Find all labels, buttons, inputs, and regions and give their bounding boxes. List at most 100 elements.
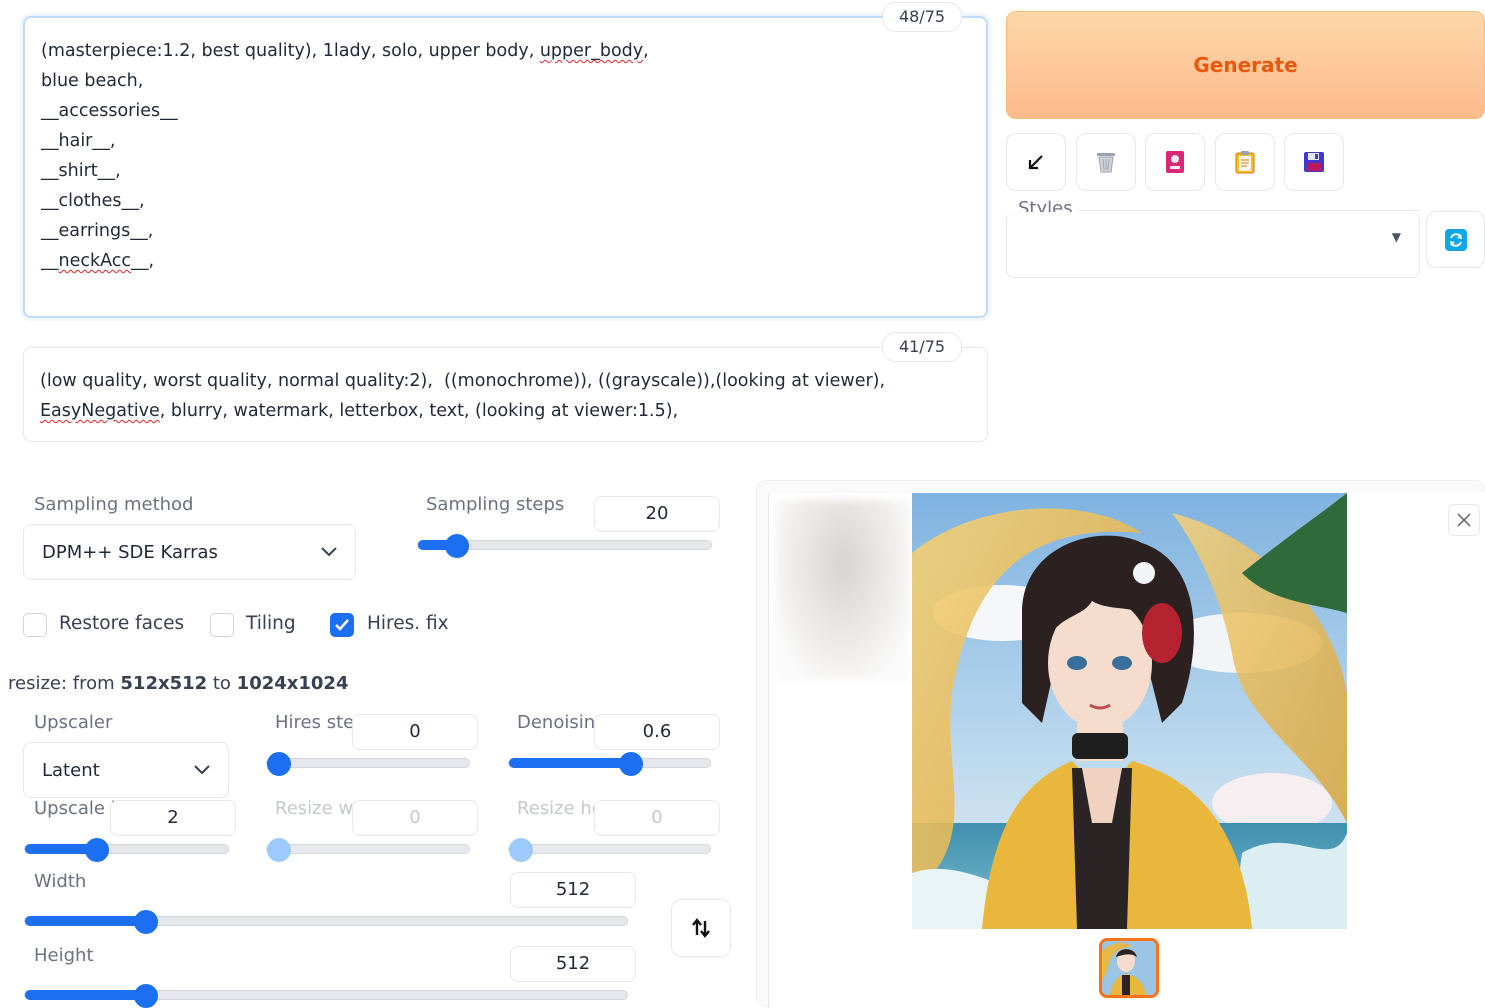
height-slider[interactable]: [24, 984, 628, 1008]
resize-width-label: Resize wi: [275, 798, 355, 819]
resize-prefix: resize: from: [8, 673, 121, 694]
width-label: Width: [34, 871, 87, 892]
negative-line: , blurry, watermark, letterbox, text, (l…: [159, 401, 679, 421]
generated-image[interactable]: [912, 493, 1347, 929]
close-preview-button[interactable]: [1448, 504, 1480, 536]
read-params-button[interactable]: [1006, 133, 1066, 191]
sampling-steps-slider[interactable]: [417, 534, 712, 558]
prompt-line: __shirt__,: [41, 161, 121, 181]
negative-prompt-textarea[interactable]: (low quality, worst quality, normal qual…: [23, 347, 988, 442]
prompt-line: __clothes__,: [41, 191, 145, 211]
resize-height-slider[interactable]: [508, 838, 711, 862]
slider-thumb[interactable]: [134, 910, 159, 934]
resize-width-slider[interactable]: [266, 838, 470, 862]
denoising-input[interactable]: 0.6: [594, 714, 720, 750]
swap-arrows-icon: [692, 918, 710, 938]
prompt-line: (masterpiece:1.2, best quality), 1lady, …: [41, 41, 540, 61]
height-label: Height: [34, 945, 94, 966]
width-slider[interactable]: [24, 910, 628, 934]
denoising-slider[interactable]: [508, 752, 711, 776]
resize-mid: to: [207, 673, 237, 694]
upscaler-label: Upscaler: [34, 712, 113, 733]
prompt-line: __: [41, 251, 59, 271]
slider-thumb[interactable]: [509, 838, 533, 862]
clear-prompt-button[interactable]: [1076, 133, 1136, 191]
dropdown-caret-icon: ▼: [1391, 229, 1401, 244]
resize-height-label: Resize he: [517, 798, 597, 819]
sampling-steps-label: Sampling steps: [426, 494, 565, 515]
positive-token-counter: 48/75: [882, 2, 962, 32]
positive-prompt-textarea[interactable]: (masterpiece:1.2, best quality), 1lady, …: [23, 16, 988, 318]
headphone-shape: [1142, 603, 1182, 663]
gallery-thumbnail-selected[interactable]: [1099, 938, 1159, 998]
upscale-by-input[interactable]: 2: [110, 800, 236, 836]
slider-thumb[interactable]: [85, 838, 110, 862]
extra-networks-card-icon: [1166, 151, 1184, 173]
negative-token-counter: 41/75: [882, 332, 962, 362]
refresh-styles-button[interactable]: [1426, 211, 1485, 268]
hires-steps-slider[interactable]: [266, 752, 470, 776]
save-style-button[interactable]: [1284, 133, 1344, 191]
apply-style-button[interactable]: [1215, 133, 1275, 191]
chevron-down-icon: [321, 547, 337, 557]
refresh-icon: [1444, 228, 1467, 251]
eye-shape: [1112, 656, 1132, 670]
prompt-line: __earrings__,: [41, 221, 154, 241]
hires-fix-checkbox[interactable]: [330, 613, 354, 637]
slider-fill: [25, 916, 146, 926]
prompt-line: ,: [643, 41, 649, 61]
slider-thumb[interactable]: [267, 752, 291, 776]
resize-from: 512x512: [120, 673, 208, 694]
trash-icon: [1097, 153, 1115, 173]
prompt-line: __hair__,: [41, 131, 116, 151]
hires-steps-input[interactable]: 0: [352, 714, 478, 750]
close-icon: [1457, 513, 1471, 527]
slider-thumb[interactable]: [618, 752, 643, 776]
denoising-label: Denoisin: [517, 712, 596, 733]
arrow-down-left-icon: [1028, 155, 1043, 170]
height-input[interactable]: 512: [510, 946, 636, 982]
hires-resize-info: resize: from 512x512 to 1024x1024: [8, 673, 348, 694]
negative-line: (low quality, worst quality, normal qual…: [40, 371, 886, 391]
restore-faces-checkbox[interactable]: [23, 613, 47, 637]
styles-dropdown[interactable]: ▼: [1006, 212, 1420, 278]
generate-button[interactable]: Generate: [1006, 11, 1485, 119]
resize-width-input[interactable]: 0: [352, 800, 478, 836]
thumbnail-image: [1102, 941, 1156, 995]
hires-steps-label: Hires ste: [275, 712, 355, 733]
prompt-token-misspelled: upper_body: [539, 41, 644, 61]
tiling-checkbox[interactable]: [210, 613, 234, 637]
sampling-method-value: DPM++ SDE Karras: [42, 541, 218, 563]
skull-charm-shape: [1133, 562, 1155, 584]
negative-token-misspelled: EasyNegative: [40, 401, 160, 421]
resize-to: 1024x1024: [236, 673, 349, 694]
upscaler-dropdown[interactable]: Latent: [23, 742, 229, 798]
slider-thumb[interactable]: [267, 838, 291, 862]
clipboard-icon: [1235, 151, 1255, 174]
sampling-method-dropdown[interactable]: DPM++ SDE Karras: [23, 524, 356, 580]
gallery-blur-background: [775, 500, 910, 680]
hires-fix-label: Hires. fix: [367, 613, 449, 634]
resize-height-input[interactable]: 0: [594, 800, 720, 836]
prompt-line: blue beach,: [41, 71, 144, 91]
slider-fill: [25, 990, 146, 1000]
checkmark-icon: [335, 619, 349, 631]
swap-dimensions-button[interactable]: [671, 899, 731, 957]
choker-shape: [1072, 733, 1128, 759]
restore-faces-label: Restore faces: [59, 613, 185, 634]
prompt-line: __,: [131, 251, 155, 271]
floppy-disk-icon: [1304, 152, 1324, 172]
styles-divider: [1078, 210, 1420, 211]
width-input[interactable]: 512: [510, 872, 636, 908]
sampling-steps-input[interactable]: 20: [594, 496, 720, 532]
show-extra-networks-button[interactable]: [1145, 133, 1205, 191]
slider-fill: [509, 758, 630, 768]
slider-thumb[interactable]: [134, 984, 159, 1008]
upscale-by-slider[interactable]: [24, 838, 229, 862]
eye-shape: [1067, 656, 1087, 670]
sampling-method-label: Sampling method: [34, 494, 194, 515]
prompt-token-misspelled: neckAcc: [58, 251, 132, 271]
tiling-label: Tiling: [246, 613, 296, 634]
slider-thumb[interactable]: [445, 534, 470, 558]
upscaler-value: Latent: [42, 759, 100, 781]
